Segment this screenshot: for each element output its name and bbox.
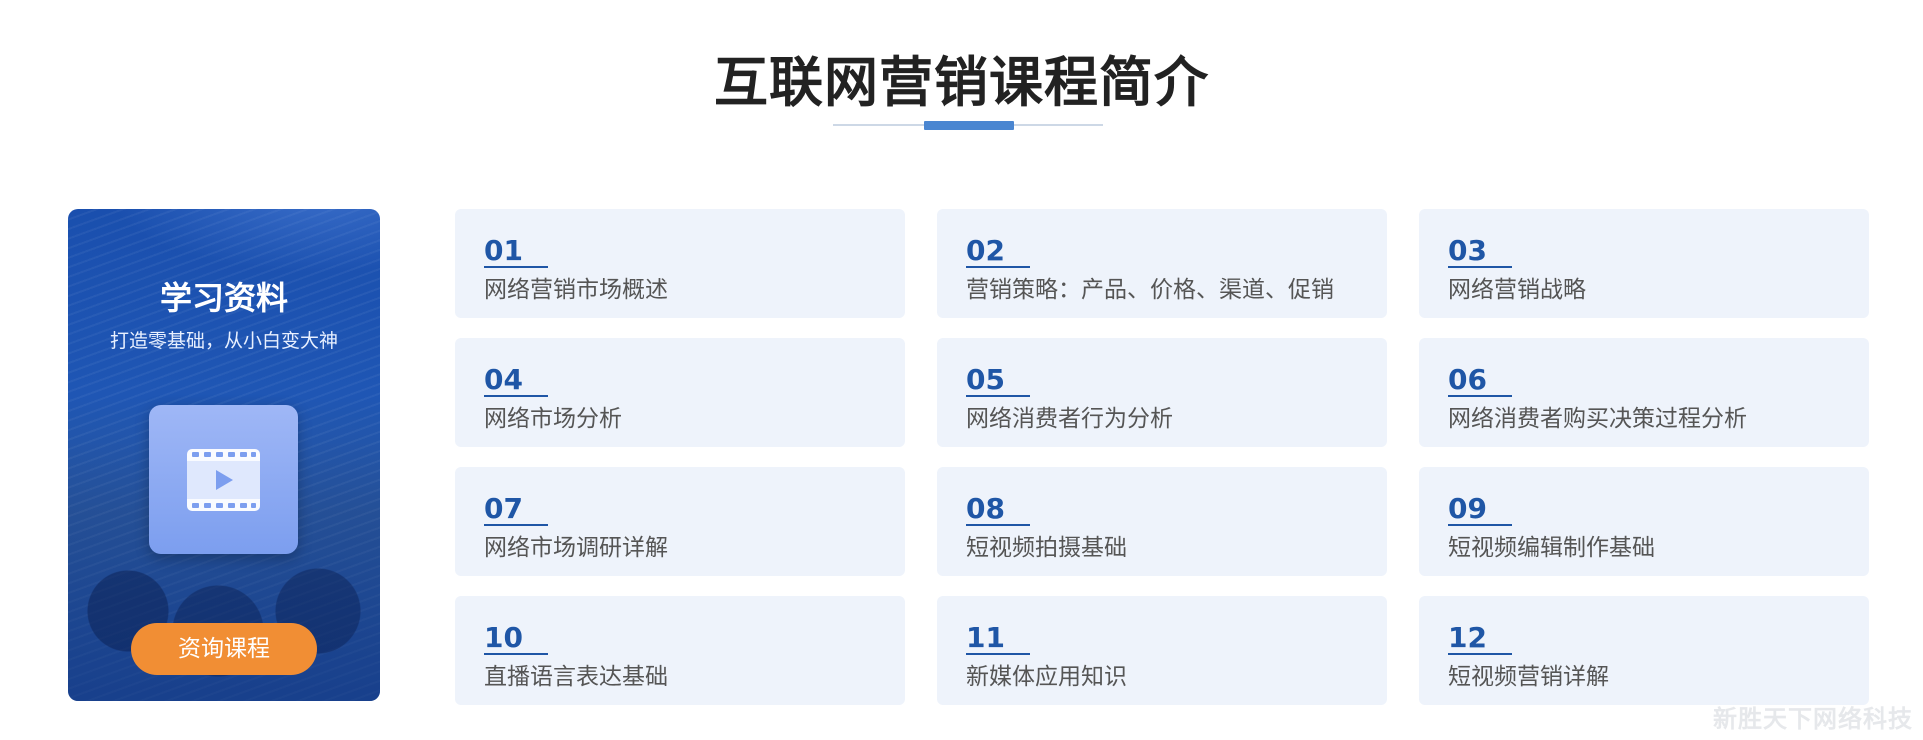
- course-number-underline: [1448, 395, 1512, 397]
- course-card[interactable]: 03 网络营销战略: [1419, 209, 1869, 318]
- course-card[interactable]: 05 网络消费者行为分析: [937, 338, 1387, 447]
- course-number: 08: [966, 492, 1005, 525]
- course-card[interactable]: 11 新媒体应用知识: [937, 596, 1387, 705]
- course-number-underline: [966, 266, 1030, 268]
- promo-subtitle: 打造零基础，从小白变大神: [109, 330, 338, 352]
- course-card[interactable]: 02 营销策略：产品、价格、渠道、促销: [937, 209, 1387, 318]
- course-card[interactable]: 04 网络市场分析: [455, 338, 905, 447]
- course-number-underline: [966, 395, 1030, 397]
- course-number-underline: [1448, 653, 1512, 655]
- study-materials-card: 学习资料 打造零基础，从小白变大神 资询课程: [68, 209, 380, 701]
- course-number: 02: [966, 234, 1005, 267]
- course-name: 网络营销战略: [1448, 277, 1586, 303]
- consult-course-button[interactable]: 资询课程: [131, 623, 317, 675]
- course-card[interactable]: 12 短视频营销详解: [1419, 596, 1869, 705]
- title-accent-bar: [924, 121, 1014, 130]
- course-number: 05: [966, 363, 1005, 396]
- video-play-icon: [149, 405, 298, 554]
- course-number-underline: [484, 395, 548, 397]
- course-number: 03: [1448, 234, 1487, 267]
- course-name: 网络市场分析: [484, 406, 622, 432]
- course-number-underline: [1448, 266, 1512, 268]
- course-name: 网络营销市场概述: [484, 277, 668, 303]
- course-card[interactable]: 06 网络消费者购买决策过程分析: [1419, 338, 1869, 447]
- promo-title: 学习资料: [159, 279, 288, 317]
- course-card[interactable]: 09 短视频编辑制作基础: [1419, 467, 1869, 576]
- course-number-underline: [966, 524, 1030, 526]
- course-card[interactable]: 07 网络市场调研详解: [455, 467, 905, 576]
- course-number: 11: [966, 621, 1005, 654]
- course-name: 网络市场调研详解: [484, 535, 668, 561]
- course-card[interactable]: 01 网络营销市场概述: [455, 209, 905, 318]
- course-number: 06: [1448, 363, 1487, 396]
- course-name: 直播语言表达基础: [484, 664, 668, 690]
- course-name: 网络消费者购买决策过程分析: [1448, 406, 1747, 432]
- watermark: 新胜天下网络科技: [1713, 705, 1913, 733]
- course-number: 09: [1448, 492, 1487, 525]
- course-number-underline: [966, 653, 1030, 655]
- course-number-underline: [1448, 524, 1512, 526]
- course-name: 营销策略：产品、价格、渠道、促销: [966, 277, 1334, 303]
- course-name: 网络消费者行为分析: [966, 406, 1173, 432]
- course-card[interactable]: 10 直播语言表达基础: [455, 596, 905, 705]
- page-title: 互联网营销课程简介: [714, 51, 1209, 114]
- course-card[interactable]: 08 短视频拍摄基础: [937, 467, 1387, 576]
- course-name: 新媒体应用知识: [966, 664, 1127, 690]
- course-number: 04: [484, 363, 523, 396]
- course-number-underline: [484, 266, 548, 268]
- course-grid: 01 网络营销市场概述 02 营销策略：产品、价格、渠道、促销 03 网络营销战略 04 网络…: [455, 209, 1869, 705]
- course-number: 12: [1448, 621, 1487, 654]
- course-number: 01: [484, 234, 523, 267]
- course-name: 短视频编辑制作基础: [1448, 535, 1655, 561]
- course-name: 短视频拍摄基础: [966, 535, 1127, 561]
- course-number-underline: [484, 653, 548, 655]
- course-number: 10: [484, 621, 523, 654]
- course-number-underline: [484, 524, 548, 526]
- course-name: 短视频营销详解: [1448, 664, 1609, 690]
- course-number: 07: [484, 492, 523, 525]
